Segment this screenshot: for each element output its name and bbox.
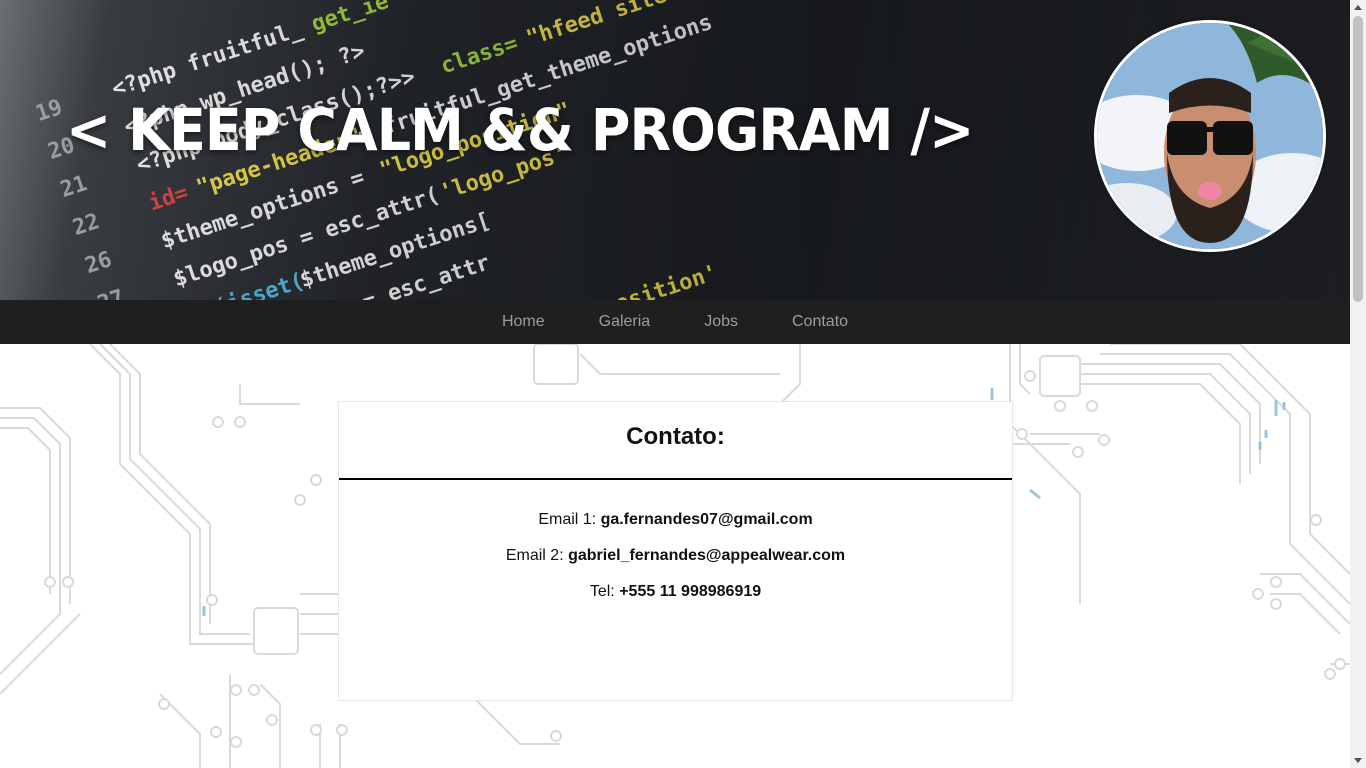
email-1-value: ga.fernandes07@gmail.com bbox=[600, 511, 813, 528]
title-divider bbox=[339, 478, 1012, 480]
page-scrollbar[interactable] bbox=[1350, 0, 1366, 768]
nav-item-home[interactable]: Home bbox=[475, 300, 572, 344]
contact-card: Contato: Email 1: ga.fernandes07@gmail.c… bbox=[338, 401, 1013, 701]
email-2-label: Email 2: bbox=[505, 547, 564, 564]
profile-avatar bbox=[1094, 20, 1326, 252]
contact-title: Contato: bbox=[626, 423, 725, 450]
email-2-line: Email 2: gabriel_fernandes@appealwear.co… bbox=[339, 546, 1012, 565]
tel-value: +555 11 998986919 bbox=[619, 583, 762, 600]
tel-label: Tel: bbox=[589, 583, 615, 600]
email-2-value: gabriel_fernandes@appealwear.com bbox=[568, 547, 846, 564]
site-title: < KEEP CALM && PROGRAM /> bbox=[66, 96, 974, 164]
profile-photo bbox=[1097, 23, 1323, 249]
nav-item-contato[interactable]: Contato bbox=[765, 300, 875, 344]
email-1-line: Email 1: ga.fernandes07@gmail.com bbox=[339, 510, 1012, 529]
main-navbar: Home Galeria Jobs Contato bbox=[0, 300, 1350, 344]
scroll-up-icon[interactable] bbox=[1354, 5, 1362, 10]
contact-list: Email 1: ga.fernandes07@gmail.com Email … bbox=[339, 510, 1012, 601]
scrollbar-thumb[interactable] bbox=[1353, 16, 1363, 302]
email-1-label: Email 1: bbox=[538, 511, 597, 528]
header-banner: 19 <?php fruitful_ get_ie 20 <?php wp_he… bbox=[0, 0, 1350, 300]
tel-line: Tel: +555 11 998986919 bbox=[339, 582, 1012, 601]
nav-item-jobs[interactable]: Jobs bbox=[677, 300, 765, 344]
scroll-down-icon[interactable] bbox=[1354, 758, 1362, 763]
nav-item-galeria[interactable]: Galeria bbox=[572, 300, 678, 344]
